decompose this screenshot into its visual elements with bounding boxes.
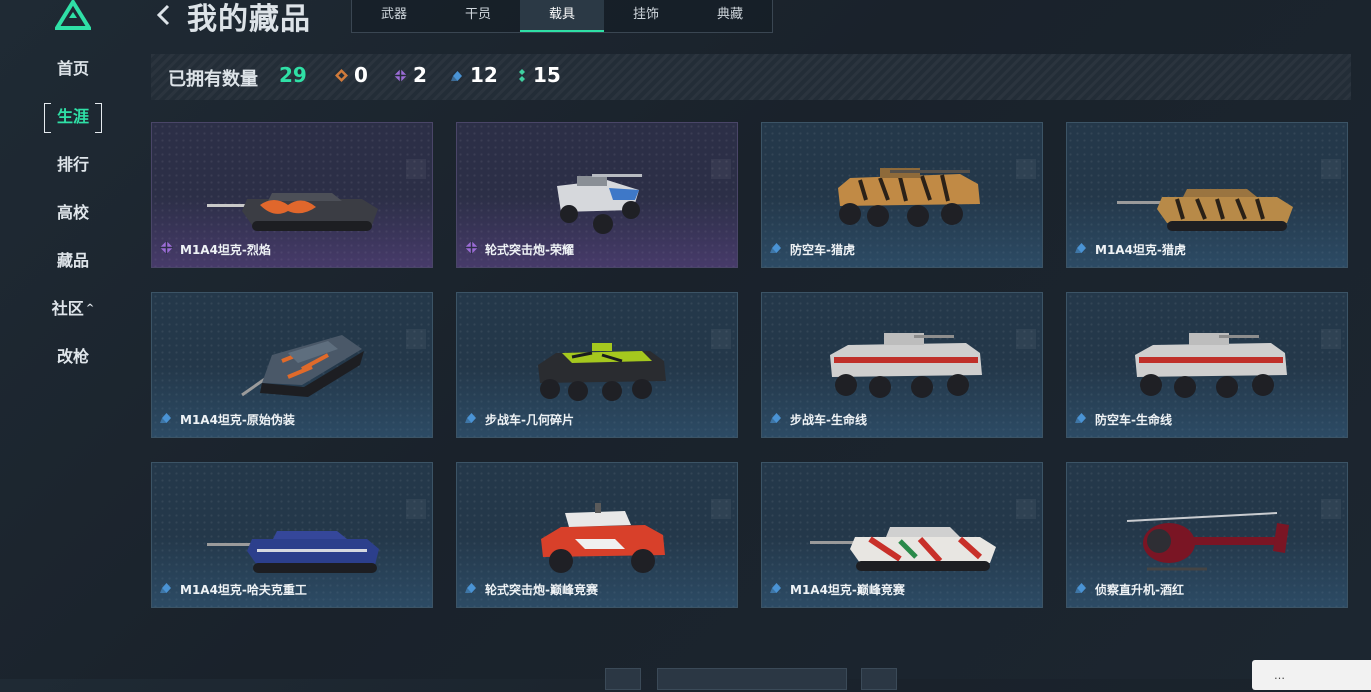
sidebar-item-home[interactable]: 首页 [44,55,102,83]
vehicle-card[interactable]: 侦察直升机-酒红 [1066,462,1348,608]
purple-rarity-icon [160,239,173,258]
owned-stats-bar: 已拥有数量 29 0 2 12 15 [151,54,1351,100]
apc-icon [830,333,982,398]
blue-rarity-icon [770,579,783,598]
vehicle-card[interactable]: 防空车-生命线 [1066,292,1348,438]
toast-message: … [1252,660,1371,690]
owned-count-total: 29 [279,63,307,87]
assault-vehicle-icon [541,503,665,573]
tank-icon [207,531,379,573]
page-title: 我的藏品 [187,2,311,37]
vehicle-card[interactable]: M1A4坦克-哈夫克重工 [151,462,433,608]
vehicle-card[interactable]: 轮式突击炮-巅峰竞赛 [456,462,738,608]
tab-charms[interactable]: 挂饰 [604,0,688,32]
vehicle-name: 轮式突击炮-巅峰竞赛 [485,583,598,597]
vehicle-name: 侦察直升机-酒红 [1095,583,1184,597]
prev-page-button[interactable] [605,668,641,690]
sidebar-item-collection[interactable]: 藏品 [44,247,102,275]
apc-icon [538,343,666,401]
vehicle-name: M1A4坦克-原始伪装 [180,413,295,427]
stat-green: 15 [517,63,561,87]
vehicle-name: 轮式突击炮-荣耀 [485,243,574,257]
vehicle-name: 步战车-几何碎片 [485,413,574,427]
blue-rarity-icon [465,409,478,428]
vehicle-card[interactable]: M1A4坦克-原始伪装 [151,292,433,438]
category-tabs: 武器 干员 载具 挂饰 典藏 [351,0,773,33]
blue-rarity-icon [160,579,173,598]
apc-icon [838,168,980,227]
blue-rarity-icon [160,409,173,428]
sidebar-item-college[interactable]: 高校 [44,199,102,227]
tab-collection[interactable]: 典藏 [688,0,772,32]
stat-orange: 0 [335,63,368,87]
helicopter-icon [1126,512,1289,571]
assault-vehicle-icon [557,174,642,234]
blue-rarity-icon [1075,239,1088,258]
blue-rarity-icon [770,409,783,428]
tab-operators[interactable]: 干员 [436,0,520,32]
sidebar-item-career[interactable]: 生涯 [44,103,102,133]
purple-rarity-icon [465,239,478,258]
vehicle-name: M1A4坦克-巅峰竞赛 [790,583,905,597]
vehicle-card[interactable]: 轮式突击炮-荣耀 [456,122,738,268]
vehicle-name: 步战车-生命线 [790,413,867,427]
blue-rarity-icon [465,579,478,598]
tank-icon [241,335,364,397]
vehicle-name: 防空车-生命线 [1095,413,1172,427]
green-rarity-icon [519,68,525,82]
sidebar-item-label: 社区 [51,299,84,318]
vehicle-name: 防空车-猎虎 [790,243,855,257]
blue-rarity-icon [770,239,783,258]
back-icon[interactable] [153,2,175,28]
tab-weapons[interactable]: 武器 [352,0,436,32]
vehicle-name: M1A4坦克-猎虎 [1095,243,1186,257]
tab-vehicles[interactable]: 载具 [520,0,604,32]
page-indicator [657,668,847,690]
vehicle-card[interactable]: M1A4坦克-巅峰竞赛 [761,462,1043,608]
tank-icon [810,527,996,571]
vehicle-card[interactable]: 步战车-几何碎片 [456,292,738,438]
stat-purple: 2 [394,63,427,87]
vehicle-card[interactable]: 步战车-生命线 [761,292,1043,438]
orange-rarity-icon [335,68,348,82]
blue-rarity-icon [1075,579,1088,598]
apc-icon [1135,333,1287,398]
next-page-button[interactable] [861,668,897,690]
sidebar: 首页 生涯 排行 高校 藏品 社区 ^ 改枪 [0,0,145,679]
sidebar-item-ranking[interactable]: 排行 [44,151,102,179]
blue-rarity-icon [1075,409,1088,428]
sidebar-item-gunsmith[interactable]: 改枪 [44,343,102,371]
stat-value: 0 [354,63,368,87]
vehicle-card[interactable]: M1A4坦克-烈焰 [151,122,433,268]
vehicle-name: M1A4坦克-哈夫克重工 [180,583,307,597]
chevron-up-icon: ^ [85,303,95,314]
tank-icon [1117,189,1293,231]
blue-rarity-icon [451,70,462,81]
vehicle-card[interactable]: M1A4坦克-猎虎 [1066,122,1348,268]
stat-value: 2 [413,63,427,87]
purple-rarity-icon [394,68,407,82]
owned-count-label: 已拥有数量 [168,69,258,90]
logo-icon [55,0,91,30]
vehicle-card[interactable]: 防空车-猎虎 [761,122,1043,268]
sidebar-item-community[interactable]: 社区 ^ [44,295,102,323]
stat-value: 12 [470,63,498,87]
stat-blue: 12 [451,63,498,87]
tank-icon [207,193,378,231]
stat-value: 15 [533,63,561,87]
vehicle-name: M1A4坦克-烈焰 [180,243,271,257]
